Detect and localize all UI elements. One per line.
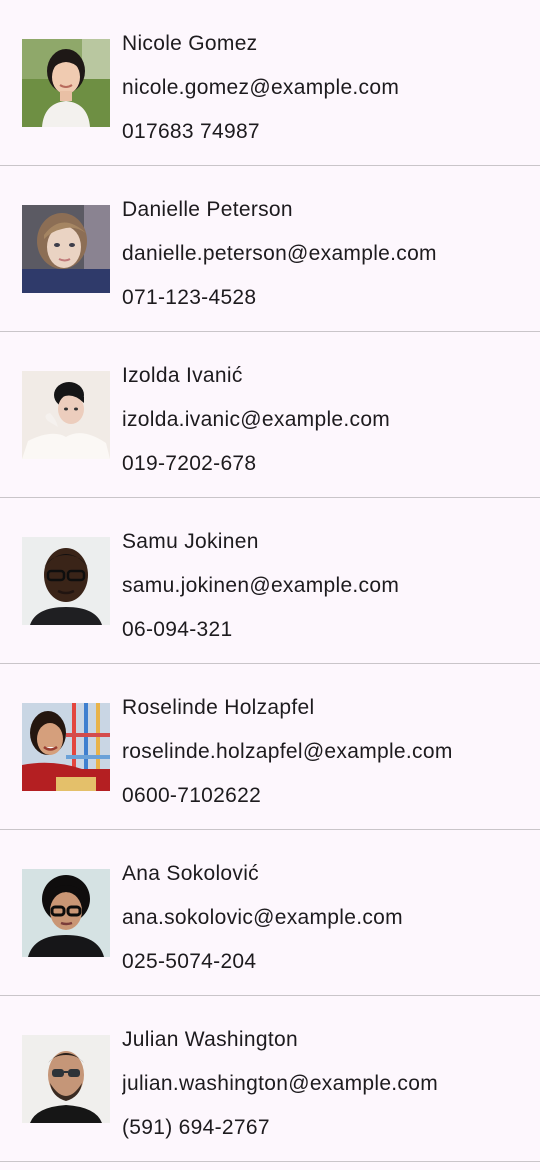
contact-phone: 0600-7102622 xyxy=(122,784,262,807)
contact-name: Ana Sokolović xyxy=(122,862,259,885)
contact-phone: 017683 74987 xyxy=(122,120,260,143)
contact-list-item[interactable]: Roselinde Holzapfel roselinde.holzapfel@… xyxy=(0,664,540,830)
contact-list-item[interactable]: Julian Washington julian.washington@exam… xyxy=(0,996,540,1162)
contact-avatar xyxy=(22,537,110,625)
contact-name: Roselinde Holzapfel xyxy=(122,696,315,719)
contact-phone: (591) 694-2767 xyxy=(122,1116,270,1139)
contact-email: izolda.ivanic@example.com xyxy=(122,408,391,431)
contact-email: ana.sokolovic@example.com xyxy=(122,906,403,929)
contact-list-item[interactable]: Nicole Gomez nicole.gomez@example.com 01… xyxy=(0,0,540,166)
contact-list: Nicole Gomez nicole.gomez@example.com 01… xyxy=(0,0,540,1170)
contact-avatar xyxy=(22,205,110,293)
contact-email: julian.washington@example.com xyxy=(122,1072,439,1095)
contact-list-item[interactable]: Izolda Ivanić izolda.ivanic@example.com … xyxy=(0,332,540,498)
contact-email: danielle.peterson@example.com xyxy=(122,242,437,265)
contact-avatar xyxy=(22,39,110,127)
contact-name: Izolda Ivanić xyxy=(122,364,243,387)
contact-name: Julian Washington xyxy=(122,1028,298,1051)
contact-phone: 019-7202-678 xyxy=(122,452,257,475)
contact-list-item[interactable]: Danielle Peterson danielle.peterson@exam… xyxy=(0,166,540,332)
contact-avatar xyxy=(22,869,110,957)
contact-name: Nicole Gomez xyxy=(122,32,258,55)
contact-avatar xyxy=(22,371,110,459)
contact-email: nicole.gomez@example.com xyxy=(122,76,400,99)
contact-phone: 071-123-4528 xyxy=(122,286,257,309)
contact-list-item[interactable]: Ana Sokolović ana.sokolovic@example.com … xyxy=(0,830,540,996)
contact-avatar xyxy=(22,1035,110,1123)
contact-name: Danielle Peterson xyxy=(122,198,293,221)
contact-email: samu.jokinen@example.com xyxy=(122,574,400,597)
contact-avatar xyxy=(22,703,110,791)
contact-email: roselinde.holzapfel@example.com xyxy=(122,740,453,763)
contact-phone: 06-094-321 xyxy=(122,618,233,641)
contact-list-item[interactable]: Samu Jokinen samu.jokinen@example.com 06… xyxy=(0,498,540,664)
contact-name: Samu Jokinen xyxy=(122,530,259,553)
contact-phone: 025-5074-204 xyxy=(122,950,257,973)
